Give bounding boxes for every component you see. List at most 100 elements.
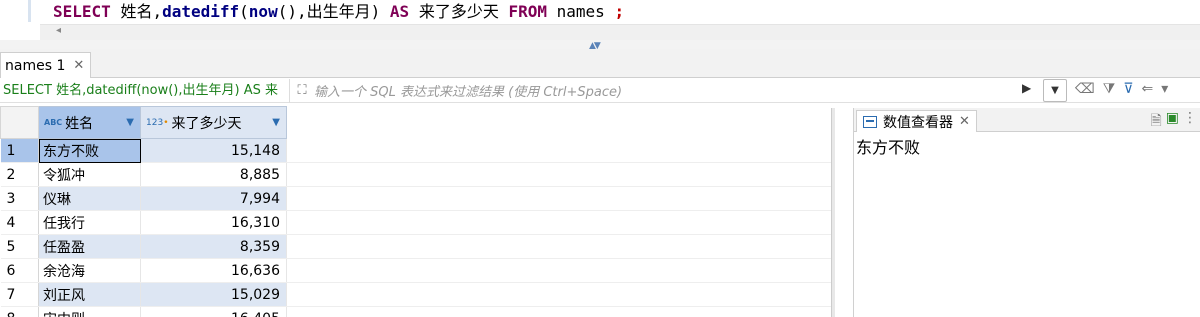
column-header-days[interactable]: 123• 来了多少天 ▼ xyxy=(140,106,287,139)
cell-days[interactable]: 8,359 xyxy=(140,234,287,259)
value-viewer-toolbar: 🗎 ▣ ⋮ xyxy=(1151,110,1198,134)
cell-days[interactable]: 16,636 xyxy=(140,258,287,283)
cell-days[interactable]: 8,885 xyxy=(140,162,287,187)
column-header-label: 姓名 xyxy=(65,115,94,132)
value-viewer-tab[interactable]: 数值查看器 ✕ xyxy=(856,110,977,132)
filter-history-dropdown[interactable]: ▼ xyxy=(1043,79,1067,102)
sql-table-name: names xyxy=(556,2,605,21)
row-number: 6 xyxy=(0,258,39,283)
table-row[interactable]: 8宋中则16,405 xyxy=(0,306,832,317)
sql-semicolon: ; xyxy=(614,2,625,21)
text-type-icon: ABC xyxy=(44,118,63,127)
cell-name[interactable]: 令狐冲 xyxy=(38,162,141,187)
result-tab-label: names 1 xyxy=(5,57,66,74)
cell-name[interactable]: 东方不败 xyxy=(38,138,141,163)
sql-alias: 来了多少天 xyxy=(418,2,499,21)
sql-paren-open: ( xyxy=(239,2,249,21)
sql-paren-close: ) xyxy=(370,2,381,21)
result-tab-bar: names 1 ✕ xyxy=(0,49,1200,78)
filter-input[interactable]: 输入一个 SQL 表达式来过滤结果 (使用 Ctrl+Space) xyxy=(314,81,1014,100)
sql-now-args: () xyxy=(277,2,297,21)
result-tab[interactable]: names 1 ✕ xyxy=(0,52,92,78)
result-grid[interactable]: ABC 姓名 ▼ 123• 来了多少天 ▼ 1 东方不败 15,148 2 令狐冲 8,885 3 仪… xyxy=(0,106,835,317)
sql-statement[interactable]: SELECT 姓名,datediff(now(),出生年月) AS 来了多少天 … xyxy=(53,1,624,23)
expand-icon[interactable]: ⛶ xyxy=(290,83,314,98)
row-filler xyxy=(286,162,832,187)
cell-days[interactable]: 7,994 xyxy=(140,186,287,211)
row-number: 8 xyxy=(0,306,39,317)
close-icon[interactable]: ✕ xyxy=(959,114,970,129)
row-filler xyxy=(286,210,832,235)
column-header-name[interactable]: ABC 姓名 ▼ xyxy=(38,106,141,139)
scroll-left-arrow-icon[interactable]: ◂ xyxy=(56,25,61,36)
table-row[interactable]: 3 仪琳 7,994 xyxy=(0,186,832,211)
active-query-text: SELECT 姓名,datediff(now(),出生年月) AS 来 xyxy=(0,78,290,103)
filter-icon[interactable]: ⊽ xyxy=(1123,81,1133,97)
cell-name[interactable]: 余沧海 xyxy=(38,258,141,283)
table-row[interactable]: 7 刘正风 15,029 xyxy=(0,282,832,307)
sort-dropdown-icon[interactable]: ▼ xyxy=(126,117,134,128)
more-icon[interactable]: ⋮ xyxy=(1183,110,1197,134)
row-filler xyxy=(286,282,832,307)
editor-horizontal-scrollbar[interactable]: ◂ xyxy=(40,24,1200,40)
editor-gutter xyxy=(0,0,40,22)
sql-keyword-from: FROM xyxy=(508,2,547,21)
table-row[interactable]: 1 东方不败 15,148 xyxy=(0,138,832,163)
cell-name[interactable]: 任盈盈 xyxy=(38,234,141,259)
row-number: 2 xyxy=(0,162,39,187)
apply-filter-icon[interactable]: ▶ xyxy=(1022,81,1031,95)
sql-field-name: 姓名 xyxy=(120,2,153,21)
sql-keyword-select: SELECT xyxy=(53,2,111,21)
row-filler xyxy=(286,234,832,259)
panel-splitter[interactable]: ▲▼ xyxy=(0,40,1200,51)
row-filler xyxy=(286,138,832,163)
row-number: 4 xyxy=(0,210,39,235)
sql-comma: , xyxy=(152,2,163,21)
save-icon[interactable]: 🗎 xyxy=(1151,110,1162,134)
sql-function-now: now xyxy=(248,2,278,21)
value-viewer-content[interactable]: 东方不败 xyxy=(856,134,920,158)
cell-name[interactable]: 刘正风 xyxy=(38,282,141,307)
back-arrow-icon[interactable]: ⇐ xyxy=(1142,81,1154,97)
row-number: 3 xyxy=(0,186,39,211)
panel-icon xyxy=(863,115,877,128)
cell-name[interactable]: 仪琳 xyxy=(38,186,141,211)
row-number: 1 xyxy=(0,138,39,163)
table-row[interactable]: 5 任盈盈 8,359 xyxy=(0,234,832,259)
filter-toolbar: ⌫ ⧩ ⊽ ⇐ ▾ xyxy=(1075,81,1168,97)
table-row[interactable]: 2 令狐冲 8,885 xyxy=(0,162,832,187)
cell-name[interactable]: 宋中则 xyxy=(38,306,141,317)
row-number: 5 xyxy=(0,234,39,259)
sql-function-datediff: datediff xyxy=(162,2,240,21)
header-filler xyxy=(286,106,832,139)
row-number: 7 xyxy=(0,282,39,307)
cell-days[interactable]: 15,029 xyxy=(140,282,287,307)
row-filler xyxy=(286,186,832,211)
filter-bar: SELECT 姓名,datediff(now(),出生年月) AS 来 ⛶ 输入… xyxy=(0,78,1200,103)
sql-editor[interactable]: SELECT 姓名,datediff(now(),出生年月) AS 来了多少天 … xyxy=(0,0,1200,40)
value-viewer-title: 数值查看器 xyxy=(883,114,953,131)
result-table: ABC 姓名 ▼ 123• 来了多少天 ▼ 1 东方不败 15,148 2 令狐冲 8,885 3 仪… xyxy=(0,106,832,317)
row-filler xyxy=(286,306,832,317)
cell-days[interactable]: 16,405 xyxy=(140,306,287,317)
sql-keyword-as: AS xyxy=(389,2,410,21)
sql-field-birth: 出生年月 xyxy=(306,2,371,21)
row-filler xyxy=(286,258,832,283)
table-row[interactable]: 6 余沧海 16,636 xyxy=(0,258,832,283)
value-viewer-panel: 数值查看器 ✕ 🗎 ▣ ⋮ 东方不败 xyxy=(853,108,1200,317)
cell-name[interactable]: 任我行 xyxy=(38,210,141,235)
value-viewer-header: 数值查看器 ✕ 🗎 ▣ ⋮ xyxy=(854,108,1200,132)
sql-comma: , xyxy=(296,2,307,21)
number-type-icon: 123• xyxy=(146,117,169,128)
table-row[interactable]: 4 任我行 16,310 xyxy=(0,210,832,235)
close-icon[interactable]: ✕ xyxy=(73,58,84,73)
current-line-marker xyxy=(28,0,31,22)
row-number-header xyxy=(0,106,39,139)
sort-dropdown-icon[interactable]: ▼ xyxy=(272,117,280,128)
save-to-file-icon[interactable]: ▣ xyxy=(1166,110,1179,134)
chevron-down-icon[interactable]: ▾ xyxy=(1161,81,1168,97)
cell-days[interactable]: 16,310 xyxy=(140,210,287,235)
filter-clear-icon[interactable]: ⧩ xyxy=(1103,81,1116,97)
cell-days[interactable]: 15,148 xyxy=(140,138,287,163)
eraser-icon[interactable]: ⌫ xyxy=(1075,81,1095,97)
